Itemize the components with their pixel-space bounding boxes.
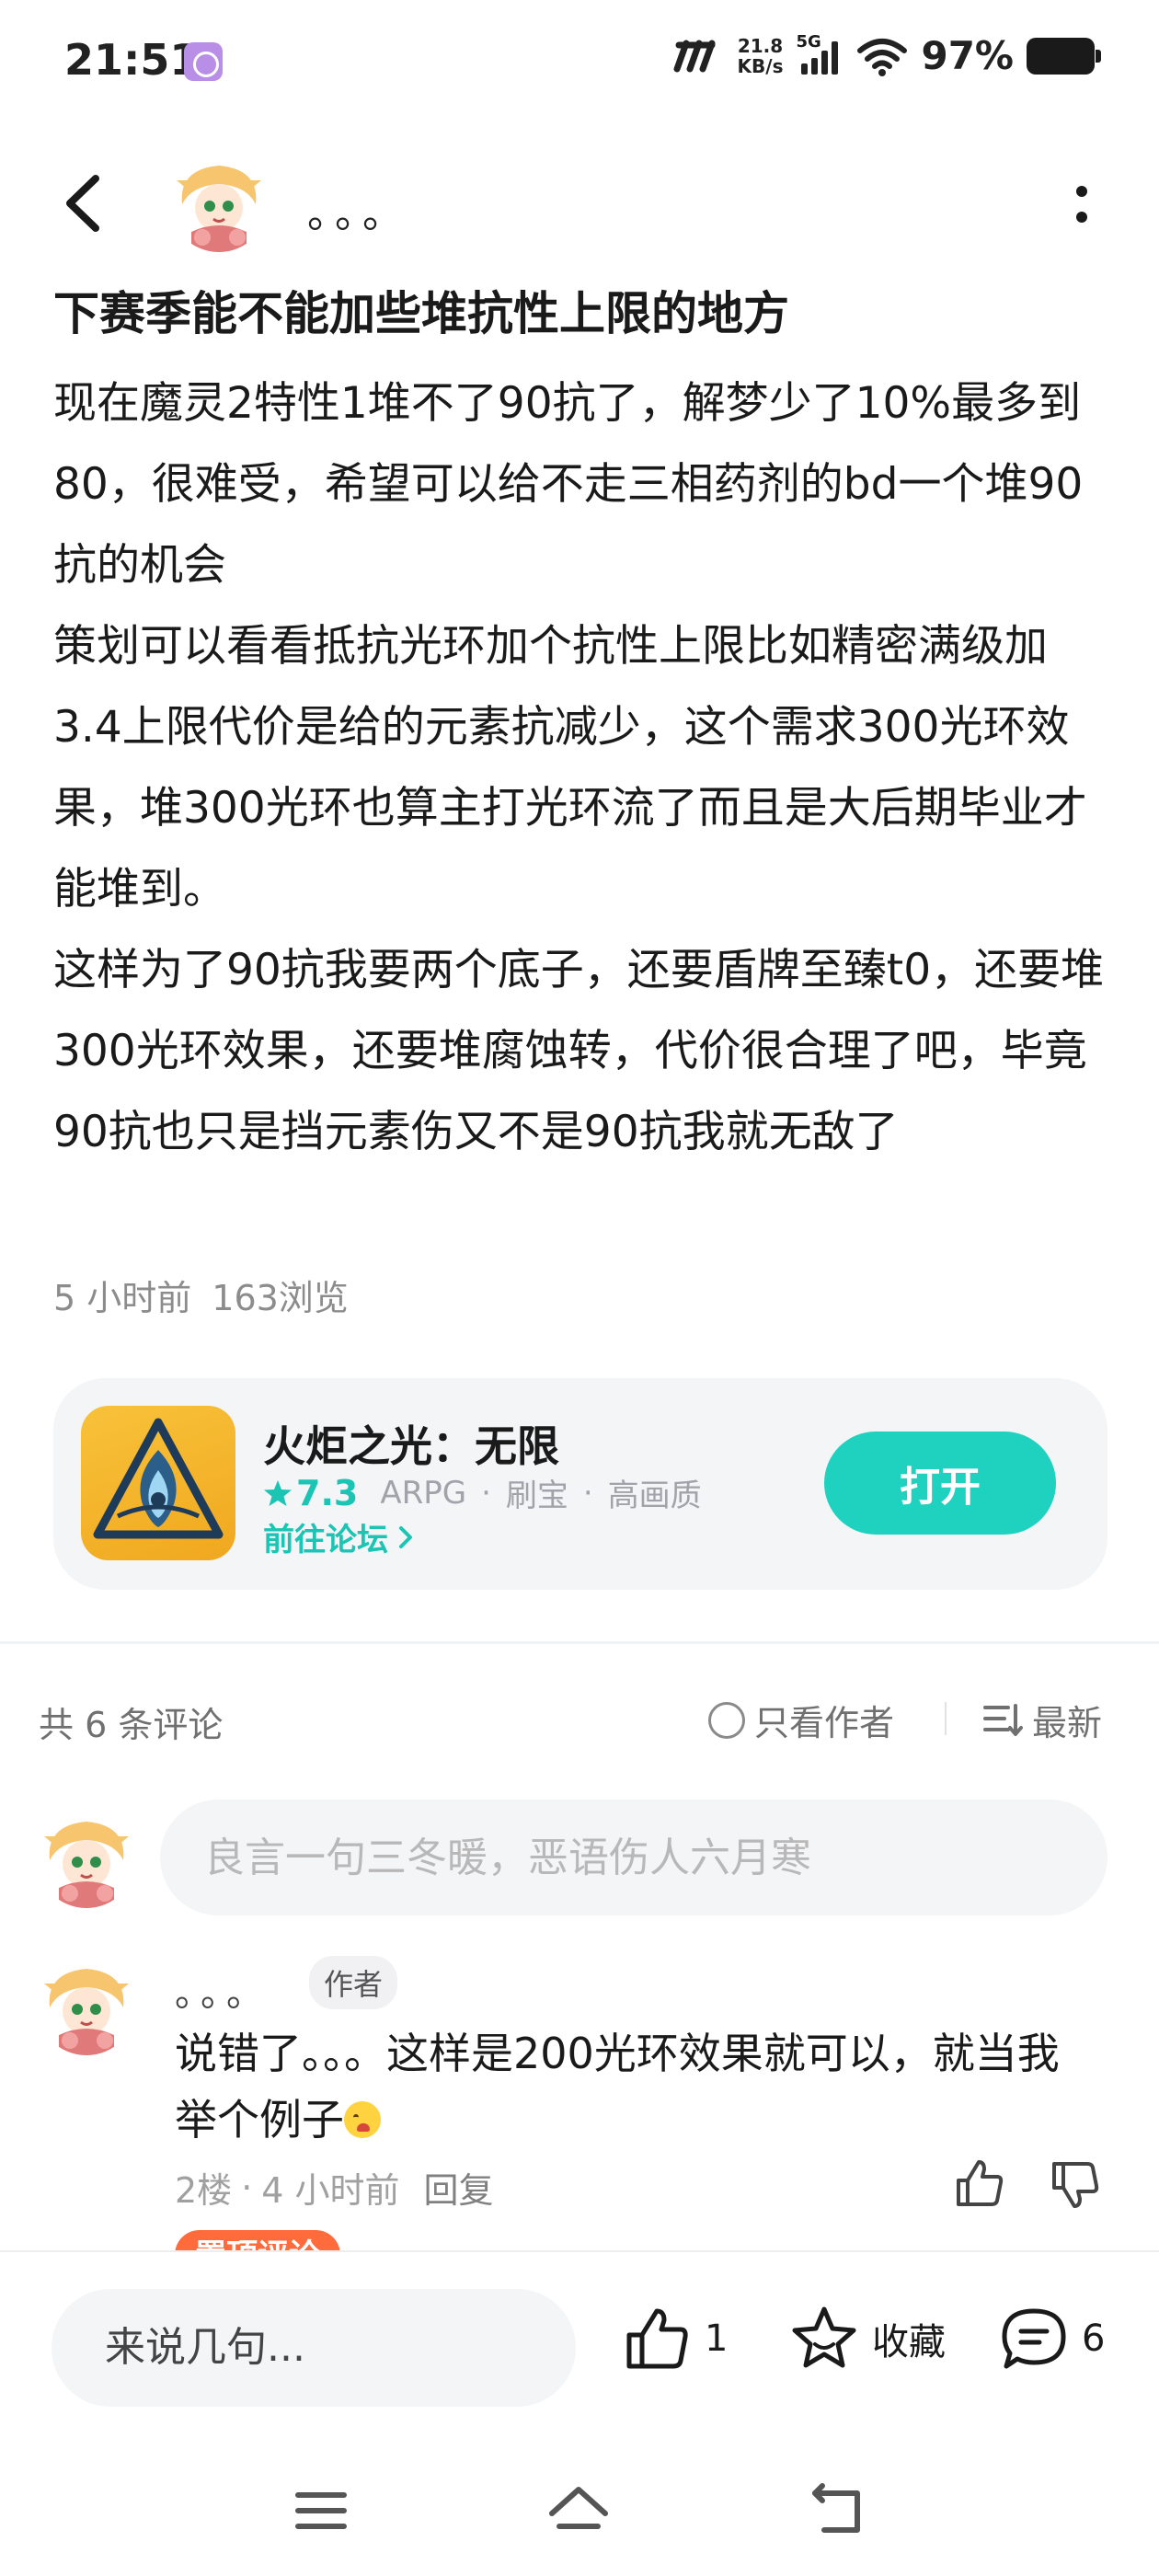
- comment-author-name[interactable]: 。。。: [175, 1963, 270, 2017]
- status-indicators: 21.8 KB/s 5G 97%: [671, 32, 1101, 78]
- back-nav-icon[interactable]: [802, 2477, 870, 2545]
- post-title: 下赛季能不能加些堆抗性上限的地方: [53, 287, 789, 340]
- star-icon: [264, 1479, 292, 1506]
- anime-avatar-icon: [169, 153, 269, 252]
- thumbs-up-icon[interactable]: [953, 2156, 1006, 2210]
- crying-face-emoji-icon: [344, 2101, 381, 2138]
- my-avatar: [37, 1809, 136, 1908]
- comment-button[interactable]: 6: [999, 2304, 1105, 2374]
- reply-button[interactable]: 回复: [424, 2162, 494, 2213]
- post-meta: 5 小时前 163浏览: [53, 1270, 369, 1320]
- section-divider: [0, 1641, 1159, 1644]
- system-nav-bar: [0, 2444, 1159, 2576]
- battery-icon: [1027, 37, 1101, 75]
- bottom-action-bar: 来说几句... 1 收藏 6: [0, 2250, 1159, 2444]
- star-icon: [792, 2306, 856, 2368]
- pinned-badge: 置顶评论: [175, 2230, 340, 2250]
- post-views: 163浏览: [212, 1278, 349, 1318]
- author-avatar[interactable]: [169, 153, 269, 252]
- net-speed: 21.8 KB/s: [737, 34, 784, 77]
- comment-time: 4 小时前: [261, 2170, 400, 2211]
- game-tag: 高画质: [607, 1478, 702, 1514]
- wifi-icon: [857, 38, 908, 76]
- game-rating: 7.3: [263, 1473, 358, 1513]
- author-name[interactable]: 。。。: [307, 180, 410, 239]
- favorite-button[interactable]: 收藏: [789, 2304, 946, 2374]
- forum-link[interactable]: 前往论坛: [263, 1514, 416, 1559]
- anime-avatar-icon: [37, 1956, 136, 2055]
- chevron-right-icon: [399, 1525, 412, 1548]
- divider: [945, 1702, 947, 1735]
- only-author-toggle[interactable]: 只看作者: [708, 1695, 894, 1745]
- app-notification-icon: [184, 42, 223, 81]
- post-header: 。。。: [0, 147, 1159, 258]
- game-name: 火炬之光：无限: [263, 1421, 559, 1471]
- cellular-icon: 5G: [796, 32, 843, 76]
- post-body: 现在魔灵2特性1堆不了90抗了，解梦少了10%最多到80，很难受，希望可以给不走…: [53, 378, 1105, 1157]
- home-icon[interactable]: [545, 2477, 613, 2545]
- thumbs-up-icon: [626, 2308, 688, 2369]
- reply-input[interactable]: 来说几句...: [52, 2289, 576, 2407]
- battery-percent: 97%: [921, 33, 1014, 78]
- thumbs-down-icon[interactable]: [1049, 2158, 1102, 2212]
- open-game-button[interactable]: 打开: [824, 1432, 1056, 1535]
- radio-icon: [708, 1701, 745, 1739]
- like-button[interactable]: 1: [622, 2304, 728, 2374]
- game-logo-icon: [81, 1406, 235, 1560]
- back-button[interactable]: [55, 171, 110, 236]
- game-tag: ARPG: [380, 1474, 467, 1512]
- comments-count: 共 6 条评论: [39, 1705, 224, 1745]
- vertical-dots-icon[interactable]: [1073, 182, 1091, 226]
- comment-input[interactable]: [160, 1800, 1107, 1915]
- signal-mode-icon: [673, 40, 716, 72]
- comment-floor: 2楼: [175, 2170, 233, 2211]
- menu-icon[interactable]: [287, 2477, 355, 2545]
- game-tag: 刷宝: [505, 1478, 568, 1514]
- status-bar: 21:51 21.8 KB/s 5G 97%: [0, 0, 1159, 129]
- chat-bubble-icon: [1002, 2308, 1066, 2369]
- game-card[interactable]: 火炬之光：无限 7.3 ARPG · 刷宝 · 高画质 前往论坛 打开: [53, 1378, 1107, 1590]
- comment-meta: 2楼 · 4 小时前 回复: [175, 2162, 494, 2213]
- author-badge: 作者: [309, 1956, 398, 2009]
- comment-avatar[interactable]: [37, 1956, 136, 2055]
- game-meta: 7.3 ARPG · 刷宝 · 高画质: [263, 1470, 702, 1515]
- comment-text: 说错了。。。这样是200光环效果就可以，就当我举个例子: [175, 2029, 1060, 2145]
- anime-avatar-icon: [37, 1809, 136, 1908]
- pinned-badge-clip: 置顶评论: [0, 2230, 1159, 2250]
- status-time: 21:51: [64, 35, 200, 85]
- sort-icon: [983, 1703, 1023, 1736]
- post-time: 5 小时前: [53, 1278, 192, 1318]
- sort-button[interactable]: 最新: [982, 1695, 1102, 1745]
